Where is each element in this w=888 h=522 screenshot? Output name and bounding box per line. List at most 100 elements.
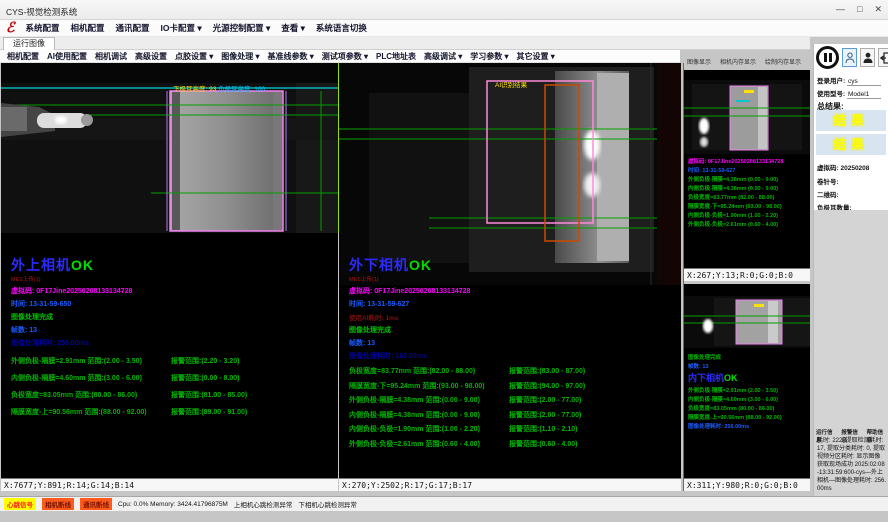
measurement-row: 外侧负极-隔膜=4.38mm 范围:(0.00 - 9.00) 报警范围:(2.… (349, 395, 684, 405)
pause-button[interactable] (816, 46, 839, 69)
small-frame-count: 帧数: 13 (688, 363, 808, 372)
measurement-row: 外侧负极-负极=2.61mm 范围:(0.60 - 4.00) 报警范围:(0.… (349, 439, 684, 449)
alarm-range-text: 报警范围:(0.00 - 8.00) (171, 373, 239, 383)
title-bar: CYS-视觉检测系统 — □ ✕ (0, 0, 888, 20)
mode-image-display[interactable]: 图像显示 (687, 57, 711, 66)
left-mes-status: MES上传(1) (11, 275, 336, 283)
tool-test-params[interactable]: 测试项参数 ▾ (322, 51, 368, 62)
small-process-done: 图像处理完成 (688, 354, 808, 363)
viewport-lower-outer-camera[interactable]: AI识别结果 外下相机OK MES上传(1) 虚拟码: 0F17Jine2025… (339, 63, 681, 491)
tool-glue-settings[interactable]: 点胶设置 ▾ (175, 51, 213, 62)
lower-camera-warning: 下相机心跳检测异常 (298, 499, 357, 509)
middle-camera-ok: OK (409, 257, 432, 273)
measurement-row: 负极宽度=83.05mm 范围:(80.00 - 86.00) 报警范围:(81… (11, 390, 336, 400)
result-box-1: 结果 (816, 110, 886, 131)
tab-run-image[interactable]: 运行图像 (3, 37, 55, 50)
left-measurements: 外侧负极-隔膜=2.91mm 范围:(2.00 - 3.50) 报警范围:(2.… (11, 356, 336, 417)
small-barcode: 虚拟码: 0F17Jine20250208133134728 (688, 158, 808, 167)
exit-button[interactable] (878, 48, 888, 67)
small-measurement: 外侧负极-隔膜=2.91mm (2.00 - 3.50) (688, 387, 808, 396)
pause-icon (829, 53, 832, 62)
operator-button[interactable] (860, 48, 875, 67)
measurement-text: 外侧负极-负极=2.61mm 范围:(0.60 - 4.00) (349, 439, 509, 449)
menu-system-config[interactable]: 系统配置 (25, 22, 59, 34)
measurement-row: 负极宽度=83.77mm 范围:(82.00 - 88.00) 报警范围:(83… (349, 366, 684, 376)
middle-coordinate-bar: X:270;Y:2502;R:17;G:17;B:17 (339, 478, 681, 491)
model-field: 使用型号: Model1 (817, 88, 881, 99)
alarm-range-text: 报警范围:(1.10 - 2.10) (509, 424, 577, 434)
login-user-input[interactable]: cys (847, 78, 881, 86)
close-button[interactable]: ✕ (874, 4, 882, 15)
tool-advanced-debug[interactable]: 高级调试 ▾ (424, 51, 462, 62)
small-measurement: 负极宽度=83.77mm (82.00 - 88.00) (688, 194, 808, 203)
camera-image-middle (339, 63, 681, 285)
login-user-button[interactable] (842, 48, 857, 67)
model-input[interactable]: Model1 (847, 91, 881, 99)
tool-learning-params[interactable]: 学习参数 ▾ (470, 51, 508, 62)
viewport-inner-lower-camera[interactable]: 图像处理完成 帧数: 13 内下相机OK 外侧负极-隔膜=2.91mm (2.0… (684, 284, 810, 491)
left-overlay-label: 下极耳高度: 93 负极耳高度: 100 (173, 83, 265, 93)
mode-draw-memory[interactable]: 绘制内存显示 (765, 57, 801, 66)
login-user-label: 登录用户: (817, 78, 845, 85)
pause-icon (824, 53, 827, 62)
menu-language-switch[interactable]: 系统语言切换 (316, 22, 367, 34)
tool-camera-config[interactable]: 相机配置 (7, 51, 39, 62)
middle-result-block: 外下相机OK MES上传(1) 虚拟码: 0F17Jine20250208133… (349, 255, 684, 453)
bottom-right-coordinate-bar: X:311;Y:980;R:0;G:0;B:0 (684, 478, 810, 491)
small-time: 时间: 13-31-59-627 (688, 167, 808, 176)
camera-disconnect-badge: 相机断线 (42, 498, 74, 510)
pin-number-label: 卷针号: (817, 176, 839, 186)
tool-advanced-settings[interactable]: 高级设置 (135, 51, 167, 62)
viewport-inner-upper-camera[interactable]: 虚拟码: 0F17Jine20250208133134728 时间: 13-31… (684, 70, 810, 281)
tool-camera-debug[interactable]: 相机调试 (95, 51, 127, 62)
camera-image-top-right (684, 80, 810, 154)
left-frame-count: 帧数: 13 (11, 325, 336, 335)
small-camera-title: 内下相机 (688, 373, 724, 383)
menu-comm-config[interactable]: 通讯配置 (116, 22, 150, 34)
menu-light-config[interactable]: 光源控制配置 ▾ (213, 22, 271, 34)
alarm-range-text: 报警范围:(89.00 - 91.00) (171, 407, 247, 417)
small-measurement: 隔膜宽度-上=90.56mm (88.00 - 92.00) (688, 414, 808, 423)
measurement-text: 内侧负极-负极=1.90mm 范围:(1.00 - 2.20) (349, 424, 509, 434)
alarm-range-text: 报警范围:(2.00 - 77.00) (509, 410, 581, 420)
mode-camera-memory[interactable]: 相机内存显示 (720, 57, 756, 66)
alarm-range-text: 报警范围:(2.00 - 77.00) (509, 395, 581, 405)
tool-plc-address[interactable]: PLC地址表 (376, 51, 416, 62)
menu-io-config[interactable]: IO卡配置 ▾ (161, 22, 202, 34)
maximize-button[interactable]: □ (857, 4, 862, 15)
measurement-row: 外侧负极-隔膜=2.91mm 范围:(2.00 - 3.50) 报警范围:(2.… (11, 356, 336, 366)
tool-image-processing[interactable]: 图像处理 ▾ (221, 51, 259, 62)
left-process-done: 图像处理完成 (11, 312, 336, 322)
small-camera-ok: OK (724, 373, 738, 383)
window-title: CYS-视觉检测系统 (6, 6, 77, 18)
middle-frame-count: 帧数: 13 (349, 338, 684, 348)
alarm-range-text: 报警范围:(0.60 - 4.00) (509, 439, 577, 449)
menu-camera-config[interactable]: 相机配置 (71, 22, 105, 34)
model-label: 使用型号: (817, 91, 845, 98)
small-measurement: 外侧负极-隔膜=4.38mm (0.00 - 9.00) (688, 176, 808, 185)
left-coordinate-bar: X:7677;Y:891;R:14;G:14;B:14 (1, 478, 338, 491)
menu-view[interactable]: 查看 ▾ (281, 22, 305, 34)
toolbar: 相机配置 AI使用配置 相机调试 高级设置 点胶设置 ▾ 图像处理 ▾ 基准线参… (0, 50, 680, 63)
measurement-text: 外侧负极-隔膜=4.38mm 范围:(0.00 - 9.00) (349, 395, 509, 405)
sidebar-buttons (816, 46, 888, 69)
left-elapsed: 图像处理耗时: 256.00ms (11, 338, 336, 348)
viewport-upper-outer-camera[interactable]: 下极耳高度: 93 负极耳高度: 100 外上相机OK MES上传(1) 虚拟码… (1, 63, 338, 491)
alarm-range-text: 报警范围:(2.20 - 3.20) (171, 356, 239, 366)
minimize-button[interactable]: — (836, 4, 845, 15)
operator-icon (863, 52, 873, 64)
tool-ai-config[interactable]: AI使用配置 (47, 51, 87, 62)
left-time: 时间: 13-31-59-650 (11, 299, 336, 309)
small-measurement: 内侧负极-负极=1.90mm (1.00 - 2.20) (688, 212, 808, 221)
measurement-row: 内侧负极-隔膜=4.60mm 范围:(3.00 - 6.00) 报警范围:(0.… (11, 373, 336, 383)
tool-other-settings[interactable]: 其它设置 ▾ (517, 51, 555, 62)
small-measurement: 负极宽度=83.05mm (80.00 - 86.00) (688, 405, 808, 414)
measurement-text: 负极宽度=83.05mm 范围:(80.00 - 86.00) (11, 390, 171, 400)
measurement-row: 内侧负极-隔膜=4.38mm 范围:(0.00 - 9.00) 报警范围:(2.… (349, 410, 684, 420)
alarm-range-text: 报警范围:(81.00 - 85.00) (171, 390, 247, 400)
app-status-bar: 心跳信号 相机断线 通讯断线 Cpu: 0.0% Memory: 3424.41… (0, 496, 888, 511)
app-window: CYS-视觉检测系统 — □ ✕ ℰ 系统配置 相机配置 通讯配置 IO卡配置 … (0, 0, 888, 522)
tool-baseline-params[interactable]: 基准线参数 ▾ (268, 51, 314, 62)
anode-tab-height-label: 负极耳高度: 100 (218, 86, 265, 93)
measurement-text: 负极宽度=83.77mm 范围:(82.00 - 88.00) (349, 366, 509, 376)
